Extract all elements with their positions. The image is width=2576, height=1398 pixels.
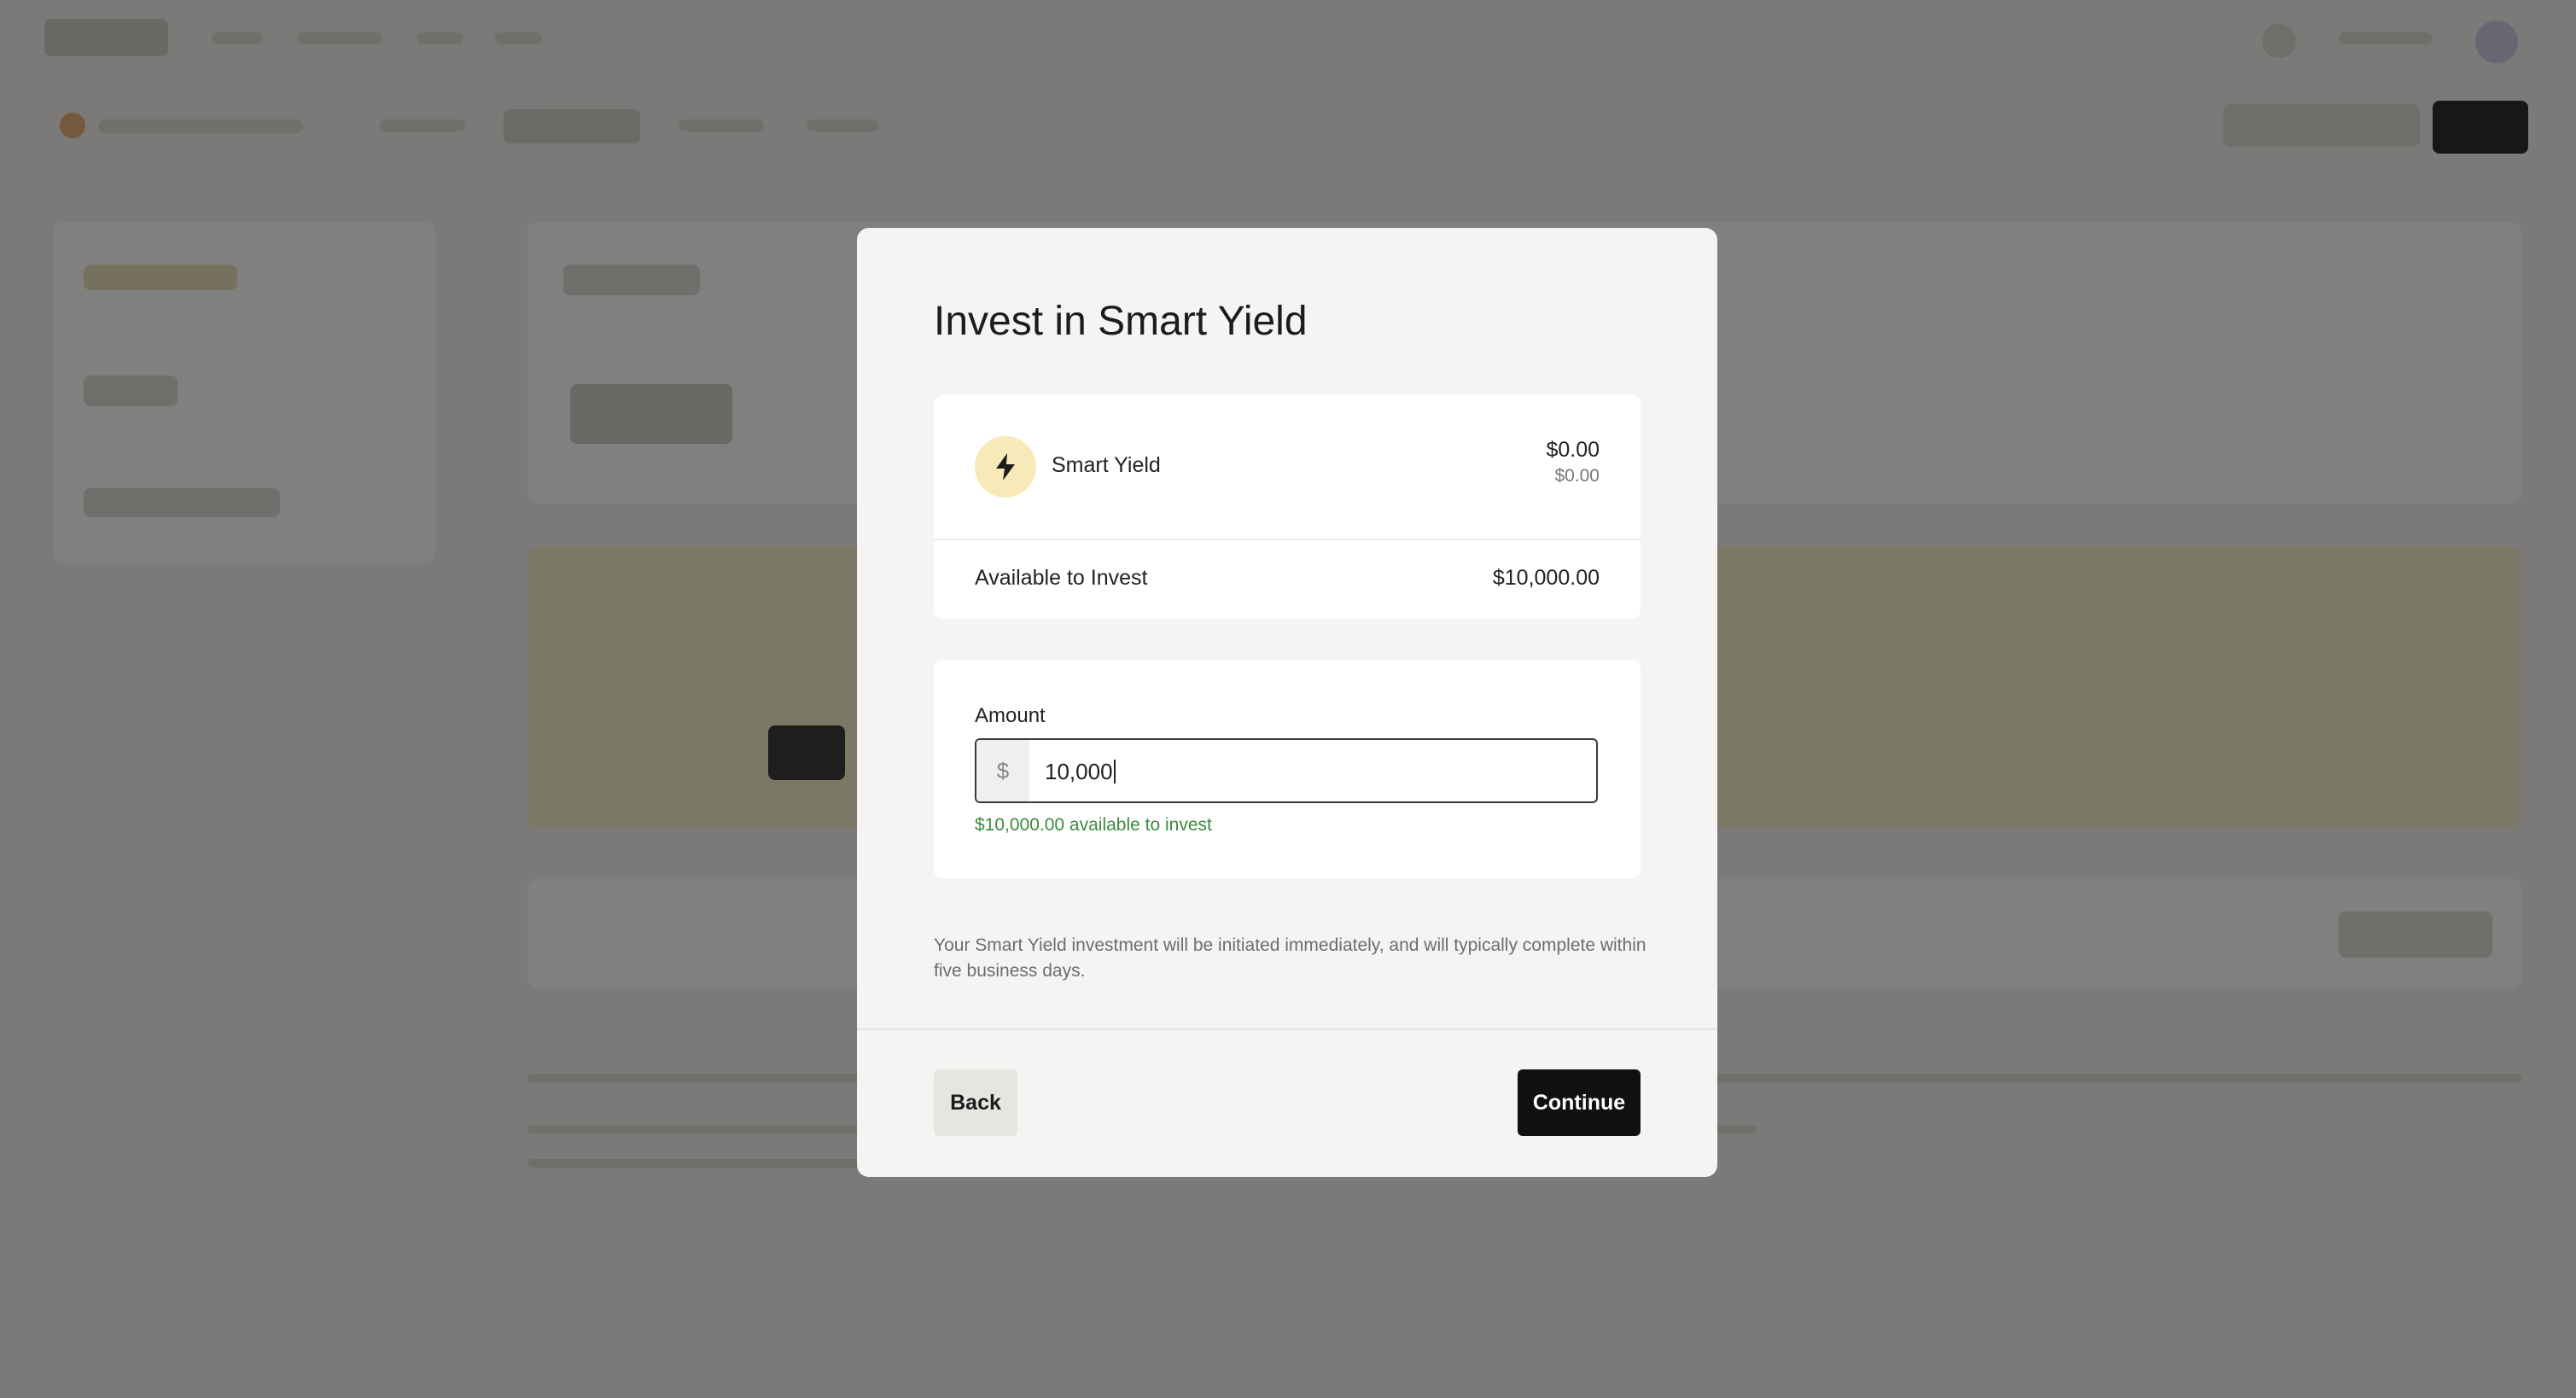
amount-panel: Amount $ 10,000 $10,000.00 available to … xyxy=(934,660,1641,878)
invest-modal: Invest in Smart Yield Smart Yield $0.00 … xyxy=(857,228,1717,1177)
continue-button[interactable]: Continue xyxy=(1518,1069,1641,1136)
divider xyxy=(934,539,1641,540)
asset-name: Smart Yield xyxy=(1052,453,1161,477)
footer-divider xyxy=(857,1028,1717,1030)
back-button[interactable]: Back xyxy=(934,1069,1017,1136)
lightning-bolt-icon xyxy=(975,436,1036,498)
asset-summary-panel: Smart Yield $0.00 $0.00 Available to Inv… xyxy=(934,395,1641,619)
available-value: $10,000.00 xyxy=(1492,566,1600,590)
asset-sub-value: $0.00 xyxy=(1554,466,1600,486)
amount-input-value[interactable]: 10,000 xyxy=(1045,759,1116,785)
amount-input[interactable]: $ 10,000 xyxy=(975,738,1598,803)
available-label: Available to Invest xyxy=(975,566,1148,590)
amount-label: Amount xyxy=(975,704,1046,727)
investment-note: Your Smart Yield investment will be init… xyxy=(934,935,1646,981)
currency-prefix: $ xyxy=(976,740,1029,801)
text-caret xyxy=(1113,760,1116,783)
asset-value: $0.00 xyxy=(1546,438,1600,462)
modal-title: Invest in Smart Yield xyxy=(934,299,1308,344)
amount-value-text: 10,000 xyxy=(1045,759,1113,784)
amount-hint: $10,000.00 available to invest xyxy=(975,815,1212,835)
